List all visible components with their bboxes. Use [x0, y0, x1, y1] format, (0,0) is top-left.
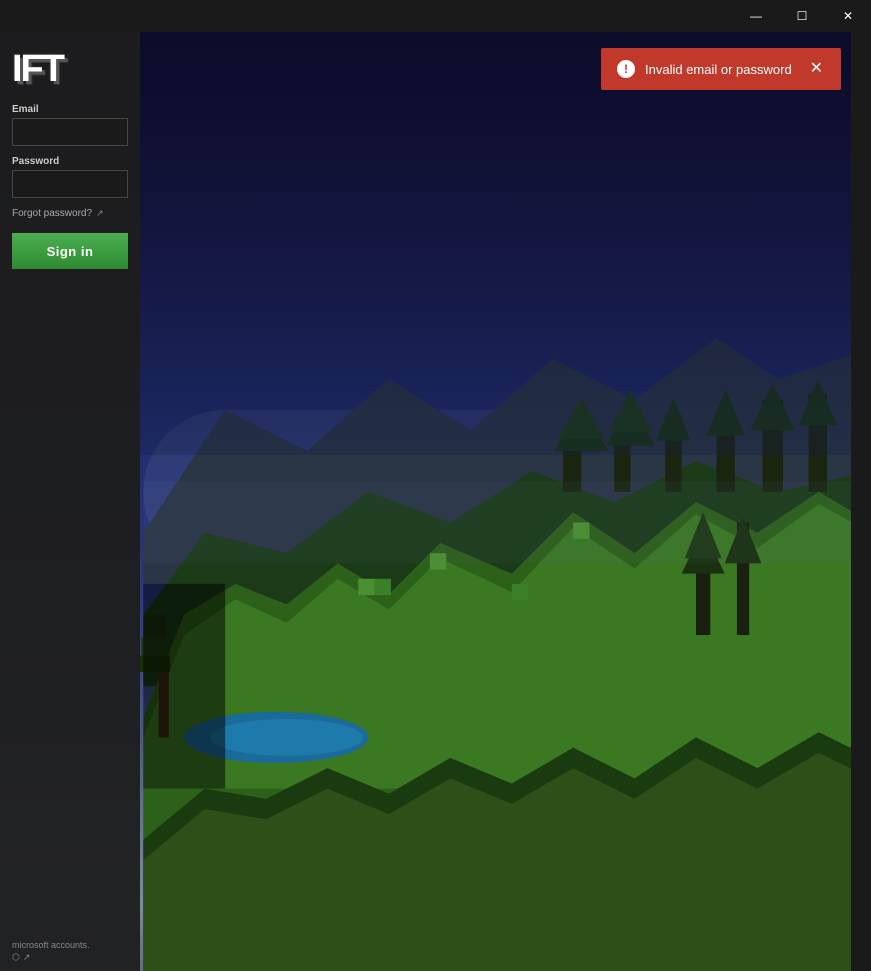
bottom-link[interactable]: ⬡ ↗ [12, 952, 128, 963]
error-message-text: Invalid email or password [645, 62, 798, 77]
external-icon: ↗ [23, 952, 31, 963]
external-link-icon: ↗ [96, 208, 104, 219]
title-bar-controls: — ☐ ✕ [733, 0, 871, 32]
forgot-password-text: Forgot password? [12, 208, 92, 219]
title-bar: — ☐ ✕ [0, 0, 871, 32]
error-warning-icon: ! [617, 60, 635, 78]
error-toast: ! Invalid email or password ✕ [601, 48, 841, 90]
email-label: Email [12, 104, 128, 115]
password-group: Password [12, 156, 128, 198]
close-button[interactable]: ✕ [825, 0, 871, 32]
sign-in-button[interactable]: Sign in [12, 233, 128, 269]
game-logo: IFT [12, 50, 128, 88]
email-input[interactable] [12, 118, 128, 146]
password-input[interactable] [12, 170, 128, 198]
forgot-password-link[interactable]: Forgot password? ↗ [12, 208, 128, 219]
bottom-description: microsoft accounts. [12, 939, 128, 952]
right-sidebar [851, 32, 871, 971]
minimize-button[interactable]: — [733, 0, 779, 32]
maximize-button[interactable]: ☐ [779, 0, 825, 32]
link-icon: ⬡ [12, 952, 20, 963]
bottom-info: microsoft accounts. ⬡ ↗ [0, 931, 140, 971]
login-panel: IFT Email Password Forgot password? ↗ Si… [0, 32, 140, 971]
email-group: Email [12, 104, 128, 146]
error-close-button[interactable]: ✕ [808, 61, 825, 77]
password-label: Password [12, 156, 128, 167]
logo-area: IFT [12, 50, 128, 88]
